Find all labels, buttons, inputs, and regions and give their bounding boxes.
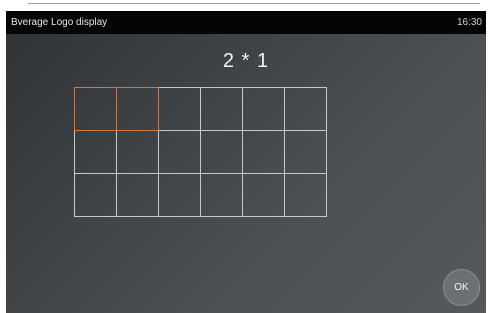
grid-cell[interactable]	[74, 130, 117, 174]
grid-cell-selected[interactable]	[74, 87, 117, 131]
grid-cell[interactable]	[116, 130, 159, 174]
grid-cell[interactable]	[158, 130, 201, 174]
grid-cell[interactable]	[284, 87, 327, 131]
grid-cell[interactable]	[242, 87, 285, 131]
status-clock: 16:30	[456, 17, 482, 28]
grid-cell[interactable]	[284, 173, 327, 217]
selection-size-label: 2 * 1	[222, 50, 270, 72]
grid-cell[interactable]	[158, 87, 201, 131]
grid-cell[interactable]	[200, 130, 243, 174]
grid-cell[interactable]	[200, 87, 243, 131]
grid-cell[interactable]	[116, 173, 159, 217]
status-bar: Bverage Logo display 16:30	[6, 11, 486, 34]
grid-cell-selected[interactable]	[116, 87, 159, 131]
grid-cell[interactable]	[74, 173, 117, 217]
app-title: Bverage Logo display	[11, 17, 108, 28]
ok-button[interactable]: OK	[443, 269, 480, 306]
grid-cell[interactable]	[284, 130, 327, 174]
grid-cell[interactable]	[242, 130, 285, 174]
top-divider-line	[28, 3, 480, 4]
grid-cell[interactable]	[242, 173, 285, 217]
device-screen: Bverage Logo display 16:30 2 * 1 OK	[6, 11, 486, 313]
logo-slot-grid	[74, 87, 327, 217]
grid-cell[interactable]	[200, 173, 243, 217]
grid-cell[interactable]	[158, 173, 201, 217]
